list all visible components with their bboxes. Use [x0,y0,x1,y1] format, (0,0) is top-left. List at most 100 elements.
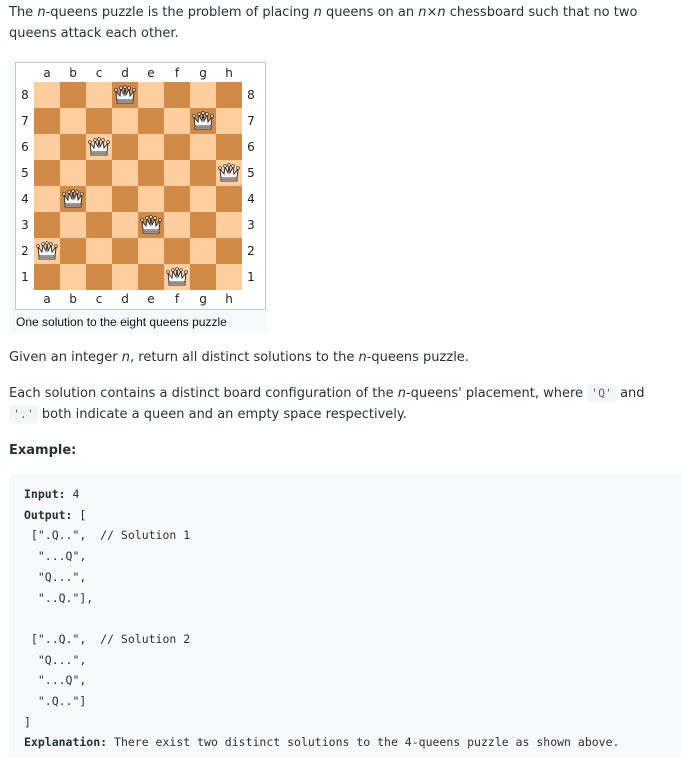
code-line: "Q...", [24,569,87,584]
intro-text-1: The [9,5,38,20]
board-square-b4 [60,186,86,212]
example-heading: Example: [9,440,673,461]
task-text-3: -queens puzzle. [366,350,469,365]
input-label: Input: [24,487,66,501]
intro-text-2: -queens puzzle is the problem of placing [45,5,314,20]
explanation-label: Explanation: [24,735,108,750]
intro-n-2: n [313,5,322,20]
board-square-c6 [86,134,112,160]
intro-n-1: n [37,5,46,20]
board-square-f8 [164,82,190,108]
board-square-d3 [112,212,138,238]
board-square-d5 [112,160,138,186]
intro-paragraph: The n-queens puzzle is the problem of pl… [9,2,673,44]
board-square-d4 [112,186,138,212]
chessboard [34,82,242,290]
board-square-e2 [138,238,164,264]
code-line: ["..Q.", // Solution 2 [24,631,191,646]
file-label-top: b [69,66,77,80]
board-square-b1 [60,264,86,290]
example-heading-text: Example: [9,443,77,458]
board-square-d1 [112,264,138,290]
board-square-g2 [190,238,216,264]
file-label-bottom: h [225,292,233,306]
file-label-top: f [174,66,180,80]
format-text-1: Each solution contains a distinct board … [9,386,398,401]
board-square-b5 [60,160,86,186]
board-square-a5 [34,160,60,186]
board-square-f7 [164,108,190,134]
board-square-c1 [86,264,112,290]
task-paragraph: Given an integer n, return all distinct … [9,347,673,368]
board-square-f2 [164,238,190,264]
board-square-g5 [190,160,216,186]
format-n: n [397,386,406,401]
board-square-a1 [34,264,60,290]
format-text-2: -queens' placement, where [405,386,588,401]
board-square-e1 [138,264,164,290]
output-open: [ [72,507,87,522]
board-square-a7 [34,108,60,134]
board-square-h1 [216,264,242,290]
task-text-2: , return all distinct solutions to the [130,350,359,365]
file-label-top: c [95,66,103,80]
board-square-h8 [216,82,242,108]
board-square-g6 [190,134,216,160]
board-square-a6 [34,134,60,160]
board-square-d2 [112,238,138,264]
file-label-bottom: g [199,292,207,306]
board-square-g1 [190,264,216,290]
code-line: ] [24,714,31,729]
board-square-c5 [86,160,112,186]
file-label-bottom: f [174,292,180,306]
board-square-f1 [164,264,190,290]
board-square-h2 [216,238,242,264]
file-label-top: h [225,66,233,80]
board-square-b6 [60,134,86,160]
board-square-g4 [190,186,216,212]
board-square-a4 [34,186,60,212]
board-square-d6 [112,134,138,160]
explanation-value: There exist two distinct solutions to th… [107,735,620,750]
board-square-a8 [34,82,60,108]
board-square-f3 [164,212,190,238]
code-line: "...Q", [24,673,87,688]
board-square-c3 [86,212,112,238]
board-square-f6 [164,134,190,160]
board-square-h6 [216,134,242,160]
board-square-b2 [60,238,86,264]
board-square-h7 [216,108,242,134]
intro-text-3: queens on an [321,5,419,20]
queen-char-code: 'Q' [587,384,616,402]
board-square-c8 [86,82,112,108]
board-square-b8 [60,82,86,108]
intro-nxn: n×n [418,5,446,20]
input-value: 4 [65,487,80,501]
code-line: ".Q.."] [24,694,87,709]
board-square-f4 [164,186,190,212]
file-label-bottom: a [43,292,51,306]
board-square-e5 [138,160,164,186]
code-line: "...Q", [24,549,87,564]
board-square-g3 [190,212,216,238]
board-square-c2 [86,238,112,264]
board-square-g7 [190,108,216,134]
figure-caption: One solution to the eight queens puzzle [16,315,227,329]
file-label-top: a [43,66,51,80]
board-square-b3 [60,212,86,238]
code-line: "..Q."], [24,590,94,605]
file-label-top: e [147,66,155,80]
format-paragraph: Each solution contains a distinct board … [9,383,673,425]
board-square-e8 [138,82,164,108]
board-square-f5 [164,160,190,186]
board-square-e4 [138,186,164,212]
board-square-e6 [138,134,164,160]
board-square-b7 [60,108,86,134]
board-square-e7 [138,108,164,134]
board-square-h3 [216,212,242,238]
code-line: [".Q..", // Solution 1 [24,528,191,543]
file-label-bottom: d [121,292,129,306]
board-square-a2 [34,238,60,264]
format-text-4: both indicate a queen and an empty space… [37,407,407,422]
file-label-bottom: c [95,292,103,306]
